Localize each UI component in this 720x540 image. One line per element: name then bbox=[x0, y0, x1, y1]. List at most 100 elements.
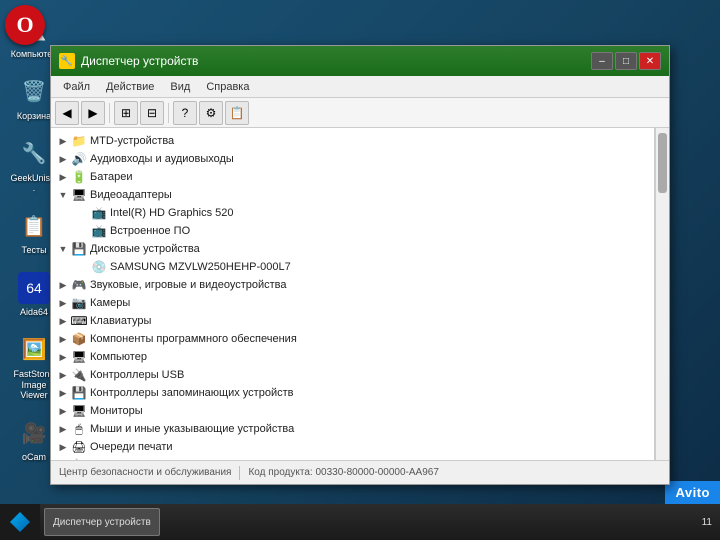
tree-item-label: Видеоадаптеры bbox=[90, 189, 172, 201]
taskbar-items: Диспетчер устройств bbox=[40, 508, 694, 536]
tree-item-icon: 🔌 bbox=[71, 367, 87, 383]
desktop: O 💻 Компьютер 🗑️ Корзина 🔧 GeekUnist... … bbox=[0, 0, 720, 540]
tree-expander[interactable] bbox=[75, 205, 91, 221]
tree-item-icon: 💾 bbox=[71, 385, 87, 401]
taskbar-device-manager[interactable]: Диспетчер устройств bbox=[44, 508, 160, 536]
tree-item[interactable]: ▶💾Контроллеры запоминающих устройств bbox=[51, 384, 654, 402]
tree-item[interactable]: ▶🔌Контроллеры USB bbox=[51, 366, 654, 384]
tree-item[interactable]: ▶🔋Батареи bbox=[51, 168, 654, 186]
tree-expander[interactable]: ▶ bbox=[55, 295, 71, 311]
ocam-icon: 🎥 bbox=[18, 417, 50, 449]
tree-item-icon: 💿 bbox=[91, 259, 107, 275]
tree-item[interactable]: ▶⌨Клавиатуры bbox=[51, 312, 654, 330]
taskbar: Диспетчер устройств 11 bbox=[0, 504, 720, 540]
windows-icon bbox=[10, 512, 30, 532]
tree-expander[interactable]: ▶ bbox=[55, 169, 71, 185]
maximize-button[interactable]: □ bbox=[615, 52, 637, 70]
menu-file[interactable]: Файл bbox=[55, 79, 98, 95]
titlebar-icon: 🔧 bbox=[59, 53, 75, 69]
tree-expander[interactable] bbox=[75, 259, 91, 275]
tree-item[interactable]: ▶🖱Мыши и иные указывающие устройства bbox=[51, 420, 654, 438]
taskbar-device-manager-label: Диспетчер устройств bbox=[53, 517, 151, 528]
expand-button[interactable]: ⊞ bbox=[114, 101, 138, 125]
tree-item[interactable]: ▶📁МТD-устройства bbox=[51, 132, 654, 150]
menubar: Файл Действие Вид Справка bbox=[51, 76, 669, 98]
toolbar-separator-2 bbox=[168, 103, 169, 123]
tree-item-label: Контроллеры запоминающих устройств bbox=[90, 387, 293, 399]
tree-item-label: Камеры bbox=[90, 297, 130, 309]
help-button[interactable]: ? bbox=[173, 101, 197, 125]
tree-expander[interactable]: ▶ bbox=[55, 367, 71, 383]
menu-view[interactable]: Вид bbox=[162, 79, 198, 95]
tree-expander[interactable]: ▶ bbox=[55, 277, 71, 293]
avito-badge: Avito bbox=[665, 481, 720, 504]
tests-icon-label: Тесты bbox=[21, 245, 46, 256]
scrollbar[interactable] bbox=[655, 128, 669, 460]
tree-item[interactable]: ▶🖨Очереди печати bbox=[51, 438, 654, 456]
tree-expander[interactable]: ▶ bbox=[55, 331, 71, 347]
tree-item-icon: 📦 bbox=[71, 331, 87, 347]
tree-item-label: Мониторы bbox=[90, 405, 143, 417]
properties-button[interactable]: ⚙ bbox=[199, 101, 223, 125]
tree-item-icon: 📺 bbox=[91, 205, 107, 221]
tree-item-label: Контроллеры USB bbox=[90, 369, 184, 381]
tree-expander[interactable]: ▶ bbox=[55, 439, 71, 455]
menu-action[interactable]: Действие bbox=[98, 79, 162, 95]
tree-item-icon: 📷 bbox=[71, 295, 87, 311]
statusbar-divider bbox=[239, 466, 240, 480]
start-button[interactable] bbox=[0, 504, 40, 540]
toolbar: ◀ ▶ ⊞ ⊟ ? ⚙ 📋 bbox=[51, 98, 669, 128]
tree-item[interactable]: ▶🎮Звуковые, игровые и видеоустройства bbox=[51, 276, 654, 294]
tree-item-label: Встроенное ПО bbox=[110, 225, 190, 237]
tree-item-label: Компьютер bbox=[90, 351, 147, 363]
tree-item-label: Звуковые, игровые и видеоустройства bbox=[90, 279, 287, 291]
faststone-icon: 🖼️ bbox=[18, 334, 50, 366]
tree-item[interactable]: ▼🖥Видеоадаптеры bbox=[51, 186, 654, 204]
tree-expander[interactable]: ▶ bbox=[55, 151, 71, 167]
tree-expander[interactable]: ▼ bbox=[55, 241, 71, 257]
tree-expander[interactable]: ▶ bbox=[55, 403, 71, 419]
tree-expander[interactable]: ▶ bbox=[55, 313, 71, 329]
forward-button[interactable]: ▶ bbox=[81, 101, 105, 125]
statusbar-right: Код продукта: 00330-80000-00000-AA967 bbox=[248, 467, 438, 478]
tree-expander[interactable]: ▶ bbox=[55, 421, 71, 437]
tree-view[interactable]: ▶📁МТD-устройства▶🔊Аудиовходы и аудиовыхо… bbox=[51, 128, 655, 460]
aida64-icon-label: Aida64 bbox=[20, 307, 48, 318]
titlebar[interactable]: 🔧 Диспетчер устройств – □ ✕ bbox=[51, 46, 669, 76]
tree-item[interactable]: ▶🔊Аудиовходы и аудиовыходы bbox=[51, 150, 654, 168]
toolbar-separator-1 bbox=[109, 103, 110, 123]
back-button[interactable]: ◀ bbox=[55, 101, 79, 125]
tree-item[interactable]: ▼💾Дисковые устройства bbox=[51, 240, 654, 258]
tree-item[interactable]: 📺Intel(R) HD Graphics 520 bbox=[51, 204, 654, 222]
tree-expander[interactable]: ▶ bbox=[55, 349, 71, 365]
tree-item[interactable]: ▶📷Камеры bbox=[51, 294, 654, 312]
tree-item-icon: 🔋 bbox=[71, 169, 87, 185]
tree-expander[interactable] bbox=[75, 223, 91, 239]
scrollbar-thumb[interactable] bbox=[658, 133, 667, 193]
collapse-button[interactable]: ⊟ bbox=[140, 101, 164, 125]
tree-expander[interactable]: ▼ bbox=[55, 187, 71, 203]
tree-item[interactable]: ▶🖥Мониторы bbox=[51, 402, 654, 420]
tree-item[interactable]: ▶📦Компоненты программного обеспечения bbox=[51, 330, 654, 348]
tree-item-icon: 🖱 bbox=[71, 421, 87, 437]
titlebar-title: Диспетчер устройств bbox=[81, 54, 591, 68]
geekunist-icon: 🔧 bbox=[18, 138, 50, 170]
tree-item-icon: 📺 bbox=[91, 223, 107, 239]
menu-help[interactable]: Справка bbox=[198, 79, 257, 95]
tree-item-label: Компоненты программного обеспечения bbox=[90, 333, 297, 345]
tree-item-icon: 🖥 bbox=[71, 187, 87, 203]
tree-expander[interactable]: ▶ bbox=[55, 385, 71, 401]
ocam-icon-label: oCam bbox=[22, 452, 46, 463]
tests-icon: 📋 bbox=[18, 210, 50, 242]
tree-item-icon: 🖥 bbox=[71, 349, 87, 365]
tree-item-icon: 🖥 bbox=[71, 403, 87, 419]
minimize-button[interactable]: – bbox=[591, 52, 613, 70]
tree-item-label: SAMSUNG MZVLW250HEHP-000L7 bbox=[110, 261, 291, 273]
tree-item[interactable]: ▶🖥Компьютер bbox=[51, 348, 654, 366]
close-button[interactable]: ✕ bbox=[639, 52, 661, 70]
opera-icon[interactable]: O bbox=[5, 5, 45, 45]
tree-expander[interactable]: ▶ bbox=[55, 133, 71, 149]
update-button[interactable]: 📋 bbox=[225, 101, 249, 125]
tree-item[interactable]: 📺Встроенное ПО bbox=[51, 222, 654, 240]
tree-item[interactable]: 💿SAMSUNG MZVLW250HEHP-000L7 bbox=[51, 258, 654, 276]
